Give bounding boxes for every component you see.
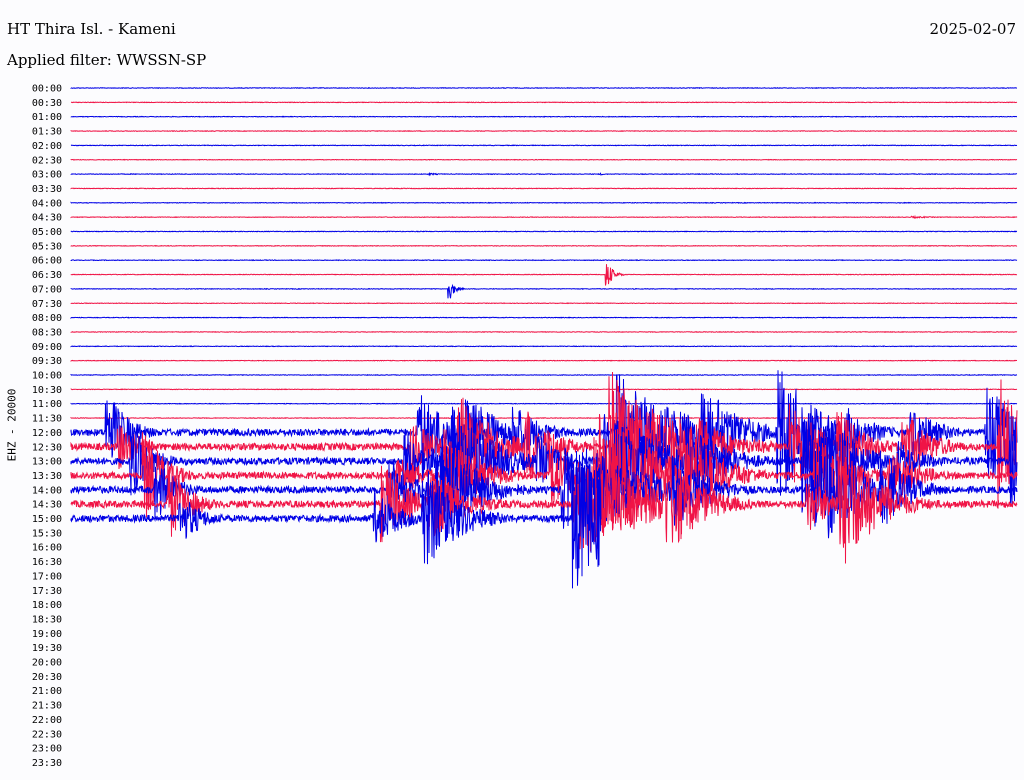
trace-row [70, 283, 1017, 299]
helicorder-plot: 00:00 00:30 01:00 01:30 02:00 02:30 03:00 03:30… [32, 84, 1018, 769]
time-label: 09:00 [32, 342, 62, 353]
time-label: 21:30 [32, 701, 62, 712]
time-label: 16:30 [32, 557, 62, 568]
time-label: 21:00 [32, 686, 62, 697]
time-label: 04:30 [32, 213, 62, 224]
trace-row [70, 144, 1018, 147]
time-label: 10:00 [32, 371, 62, 382]
trace-row [70, 316, 1018, 319]
trace-row [70, 101, 1018, 104]
trace-row [70, 330, 1018, 333]
time-label: 00:30 [32, 98, 62, 109]
time-label: 15:30 [32, 528, 62, 539]
time-label: 03:30 [32, 184, 62, 195]
time-label: 19:00 [32, 629, 62, 640]
trace-row [70, 359, 1017, 362]
time-label: 05:00 [32, 227, 62, 238]
time-label: 11:00 [32, 399, 62, 410]
trace-row [70, 345, 1018, 348]
trace-row [70, 158, 1018, 161]
time-label: 04:00 [32, 198, 62, 209]
time-label: 22:00 [32, 715, 62, 726]
time-label: 20:00 [32, 658, 62, 669]
trace-row [70, 230, 1018, 233]
trace-row [70, 244, 1018, 247]
time-label: 17:00 [32, 571, 62, 582]
time-label: 23:00 [32, 744, 62, 755]
time-label: 12:00 [32, 428, 62, 439]
time-label: 02:30 [32, 155, 62, 166]
time-label: 03:00 [32, 170, 62, 181]
time-label: 18:00 [32, 600, 62, 611]
time-label: 07:00 [32, 284, 62, 295]
time-label: 00:00 [32, 84, 62, 95]
trace-row [70, 388, 1018, 391]
time-label: 15:00 [32, 514, 62, 525]
time-label: 08:30 [32, 327, 62, 338]
time-label: 16:00 [32, 543, 62, 554]
trace-row [70, 373, 1018, 377]
time-label: 02:00 [32, 141, 62, 152]
trace-row [70, 264, 1018, 286]
time-label: 22:30 [32, 729, 62, 740]
trace-row [70, 86, 1017, 90]
trace-row [70, 302, 1018, 305]
trace-row [70, 406, 1018, 529]
time-label: 11:30 [32, 414, 62, 425]
time-label: 06:30 [32, 270, 62, 281]
time-label: 13:00 [32, 457, 62, 468]
time-label: 01:30 [32, 127, 62, 138]
time-label: 19:30 [32, 643, 62, 654]
time-label: 13:30 [32, 471, 62, 482]
time-label: 08:00 [32, 313, 62, 324]
time-label: 20:30 [32, 672, 62, 683]
trace-row [70, 115, 1018, 118]
time-label: 23:30 [32, 758, 62, 769]
trace-row [70, 416, 1018, 420]
trace-row [70, 402, 1018, 405]
time-label: 12:30 [32, 442, 62, 453]
time-label: 14:30 [32, 500, 62, 511]
time-label: 18:30 [32, 614, 62, 625]
time-label: 05:30 [32, 241, 62, 252]
trace-row [70, 130, 1018, 133]
time-label: 17:30 [32, 586, 62, 597]
trace-row [70, 201, 1018, 204]
time-label: 07:30 [32, 299, 62, 310]
time-label: 10:30 [32, 385, 62, 396]
time-label: 09:30 [32, 356, 62, 367]
time-label: 01:00 [32, 112, 62, 123]
time-label: 14:00 [32, 485, 62, 496]
time-label: 06:00 [32, 256, 62, 267]
trace-row [70, 171, 1018, 177]
trace-row [70, 187, 1017, 190]
trace-row [70, 214, 1018, 219]
trace-row [70, 259, 1018, 262]
